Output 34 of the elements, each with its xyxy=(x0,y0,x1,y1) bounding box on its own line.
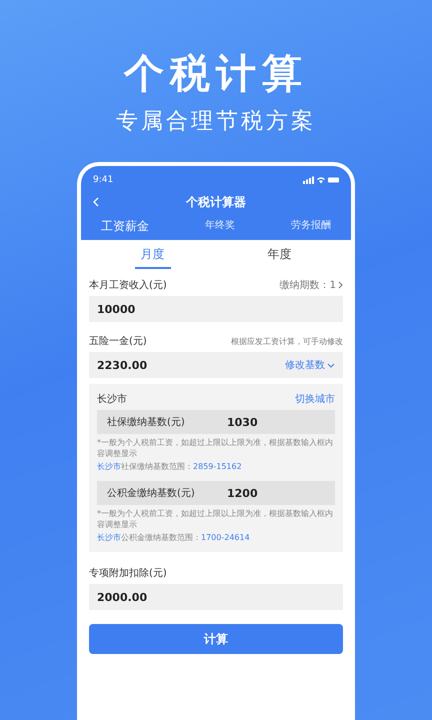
switch-city-link[interactable]: 切换城市 xyxy=(295,392,335,406)
back-icon[interactable] xyxy=(93,197,99,207)
chevron-right-icon xyxy=(338,281,343,289)
range-value: 1700-24614 xyxy=(201,532,250,542)
field-label: 五险一金(元) xyxy=(89,335,147,348)
calculate-button[interactable]: 计算 xyxy=(89,624,343,654)
city-name: 长沙市 xyxy=(97,392,127,406)
range-value: 2859-15162 xyxy=(193,462,242,470)
status-time: 9:41 xyxy=(93,175,114,185)
period-tab[interactable]: 月度 xyxy=(134,242,170,268)
period-tab[interactable]: 年度 xyxy=(262,242,298,268)
range-label: 公积金缴纳基数范围： xyxy=(121,532,201,542)
insurance-field[interactable]: 2230.00 修改基数 xyxy=(89,352,343,378)
status-icons xyxy=(303,176,339,184)
category-tab[interactable]: 劳务报酬 xyxy=(283,216,339,234)
salary-field[interactable]: 10000 xyxy=(89,296,343,322)
range-city: 长沙市 xyxy=(97,532,121,542)
screen-title: 个税计算器 xyxy=(186,194,246,210)
base-field[interactable]: 社保缴纳基数(元) 1030 xyxy=(97,410,335,434)
periods-selector[interactable]: 缴纳期数：1 xyxy=(280,278,343,292)
range-city: 长沙市 xyxy=(97,460,121,472)
range-label: 社保缴纳基数范围： xyxy=(121,460,193,472)
headline: 个税计算 xyxy=(124,50,308,98)
deduction-field[interactable]: 2000.00 xyxy=(89,584,343,610)
base-note: *一般为个人税前工资，如超过上限以上限为准，根据基数输入框内容调整显示 xyxy=(97,437,334,459)
base-field[interactable]: 公积金缴纳基数(元) 1200 xyxy=(97,481,335,505)
field-hint: 根据应发工资计算，可手动修改 xyxy=(231,336,343,346)
edit-base-link[interactable]: 修改基数 xyxy=(285,358,335,372)
base-note: *一般为个人税前工资，如超过上限以上限为准，根据基数输入框内容调整显示 xyxy=(97,508,334,530)
subtitle: 专属合理节税方案 xyxy=(116,108,316,136)
chevron-down-icon xyxy=(327,362,335,368)
category-tab[interactable]: 年终奖 xyxy=(197,216,243,234)
field-label: 本月工资收入(元) xyxy=(89,278,167,292)
field-label: 专项附加扣除(元) xyxy=(89,566,167,580)
